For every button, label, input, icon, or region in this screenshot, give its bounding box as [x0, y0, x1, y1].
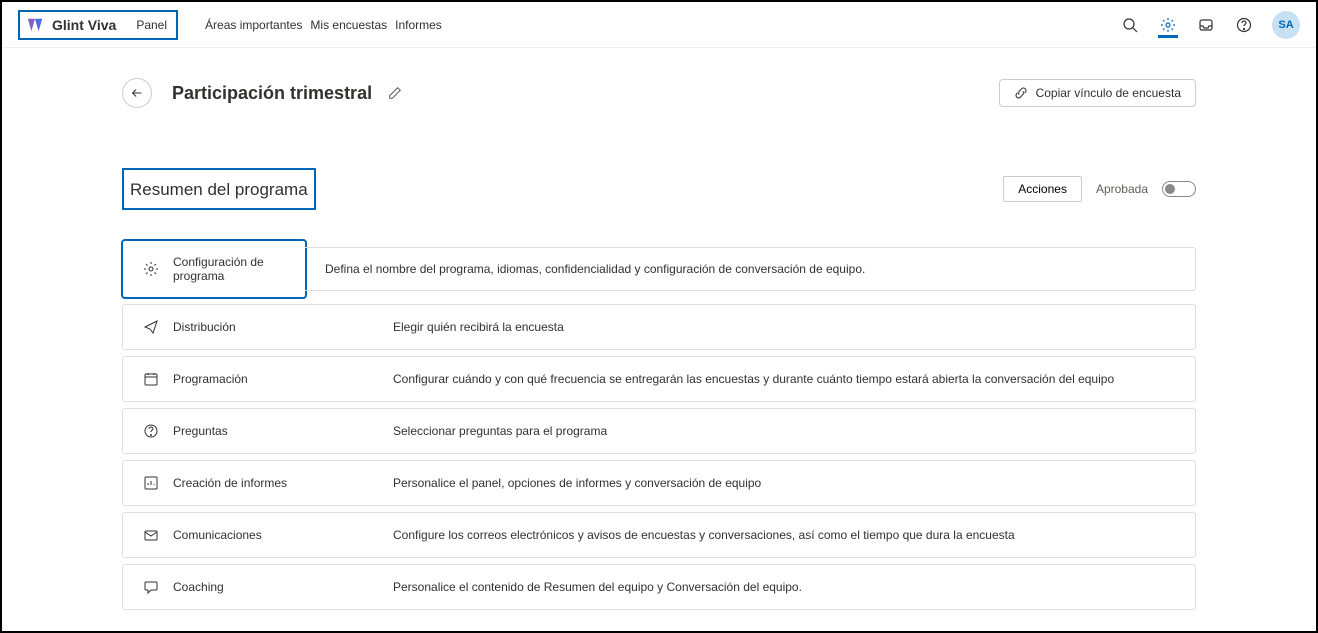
card-desc: Elegir quién recibirá la encuesta — [393, 320, 564, 334]
nav-panel[interactable]: Panel — [136, 18, 167, 32]
chat-icon — [143, 579, 159, 595]
copy-link-label: Copiar vínculo de encuesta — [1036, 86, 1181, 100]
actions-button[interactable]: Acciones — [1003, 176, 1082, 202]
edit-icon[interactable] — [388, 86, 402, 100]
card-desc: Personalice el contenido de Resumen del … — [393, 580, 802, 594]
send-icon — [143, 319, 159, 335]
avatar[interactable]: SA — [1272, 11, 1300, 39]
summary-header: Resumen del programa Acciones Aprobada — [122, 168, 1196, 210]
card-distribution[interactable]: Distribución Elegir quién recibirá la en… — [122, 304, 1196, 350]
nav-links: Panel Áreas importantes Mis encuestas In… — [136, 18, 441, 32]
help-icon[interactable] — [1234, 15, 1254, 35]
top-bar: Glint Viva Panel Áreas importantes Mis e… — [2, 2, 1316, 48]
card-desc: Configure los correos electrónicos y avi… — [393, 528, 1015, 542]
card-config-desc[interactable]: Defina el nombre del programa, idiomas, … — [305, 247, 1196, 291]
card-label: Configuración de programa — [173, 255, 285, 283]
brand-text: Glint Viva — [52, 17, 116, 33]
card-label: Coaching — [173, 580, 393, 594]
approved-label: Aprobada — [1096, 182, 1148, 196]
summary-actions: Acciones Aprobada — [1003, 176, 1196, 202]
card-label: Programación — [173, 372, 393, 386]
viva-logo-icon — [26, 16, 44, 34]
link-icon — [1014, 86, 1028, 100]
card-label: Comunicaciones — [173, 528, 393, 542]
mail-icon — [143, 527, 159, 543]
gear-icon[interactable] — [1158, 18, 1178, 38]
nav-areas[interactable]: Áreas importantes — [205, 18, 302, 32]
summary-title: Resumen del programa — [130, 180, 308, 199]
card-label: Distribución — [173, 320, 393, 334]
card-questions[interactable]: Preguntas Seleccionar preguntas para el … — [122, 408, 1196, 454]
question-icon — [143, 423, 159, 439]
card-desc: Defina el nombre del programa, idiomas, … — [325, 262, 865, 276]
calendar-icon — [143, 371, 159, 387]
back-button[interactable] — [122, 78, 152, 108]
card-communications[interactable]: Comunicaciones Configure los correos ele… — [122, 512, 1196, 558]
card-desc: Personalice el panel, opciones de inform… — [393, 476, 761, 490]
card-reports[interactable]: Creación de informes Personalice el pane… — [122, 460, 1196, 506]
cards: Configuración de programa Defina el nomb… — [122, 240, 1196, 610]
search-icon[interactable] — [1120, 15, 1140, 35]
card-row-config: Configuración de programa Defina el nomb… — [122, 240, 1196, 298]
page-title: Participación trimestral — [172, 83, 372, 104]
gear-icon — [143, 261, 159, 277]
nav-surveys[interactable]: Mis encuestas — [310, 18, 387, 32]
card-label: Creación de informes — [173, 476, 393, 490]
top-actions: SA — [1120, 11, 1300, 39]
card-coaching[interactable]: Coaching Personalice el contenido de Res… — [122, 564, 1196, 610]
content: Participación trimestral Copiar vínculo … — [2, 48, 1316, 630]
page-header: Participación trimestral Copiar vínculo … — [122, 78, 1196, 108]
card-desc: Configurar cuándo y con qué frecuencia s… — [393, 372, 1114, 386]
summary-title-highlight: Resumen del programa — [122, 168, 316, 210]
approved-toggle[interactable] — [1162, 181, 1196, 197]
inbox-icon[interactable] — [1196, 15, 1216, 35]
nav-reports[interactable]: Informes — [395, 18, 442, 32]
chart-icon — [143, 475, 159, 491]
card-desc: Seleccionar preguntas para el programa — [393, 424, 607, 438]
card-config-highlight[interactable]: Configuración de programa — [122, 240, 306, 298]
card-schedule[interactable]: Programación Configurar cuándo y con qué… — [122, 356, 1196, 402]
copy-link-button[interactable]: Copiar vínculo de encuesta — [999, 79, 1196, 107]
card-label: Preguntas — [173, 424, 393, 438]
